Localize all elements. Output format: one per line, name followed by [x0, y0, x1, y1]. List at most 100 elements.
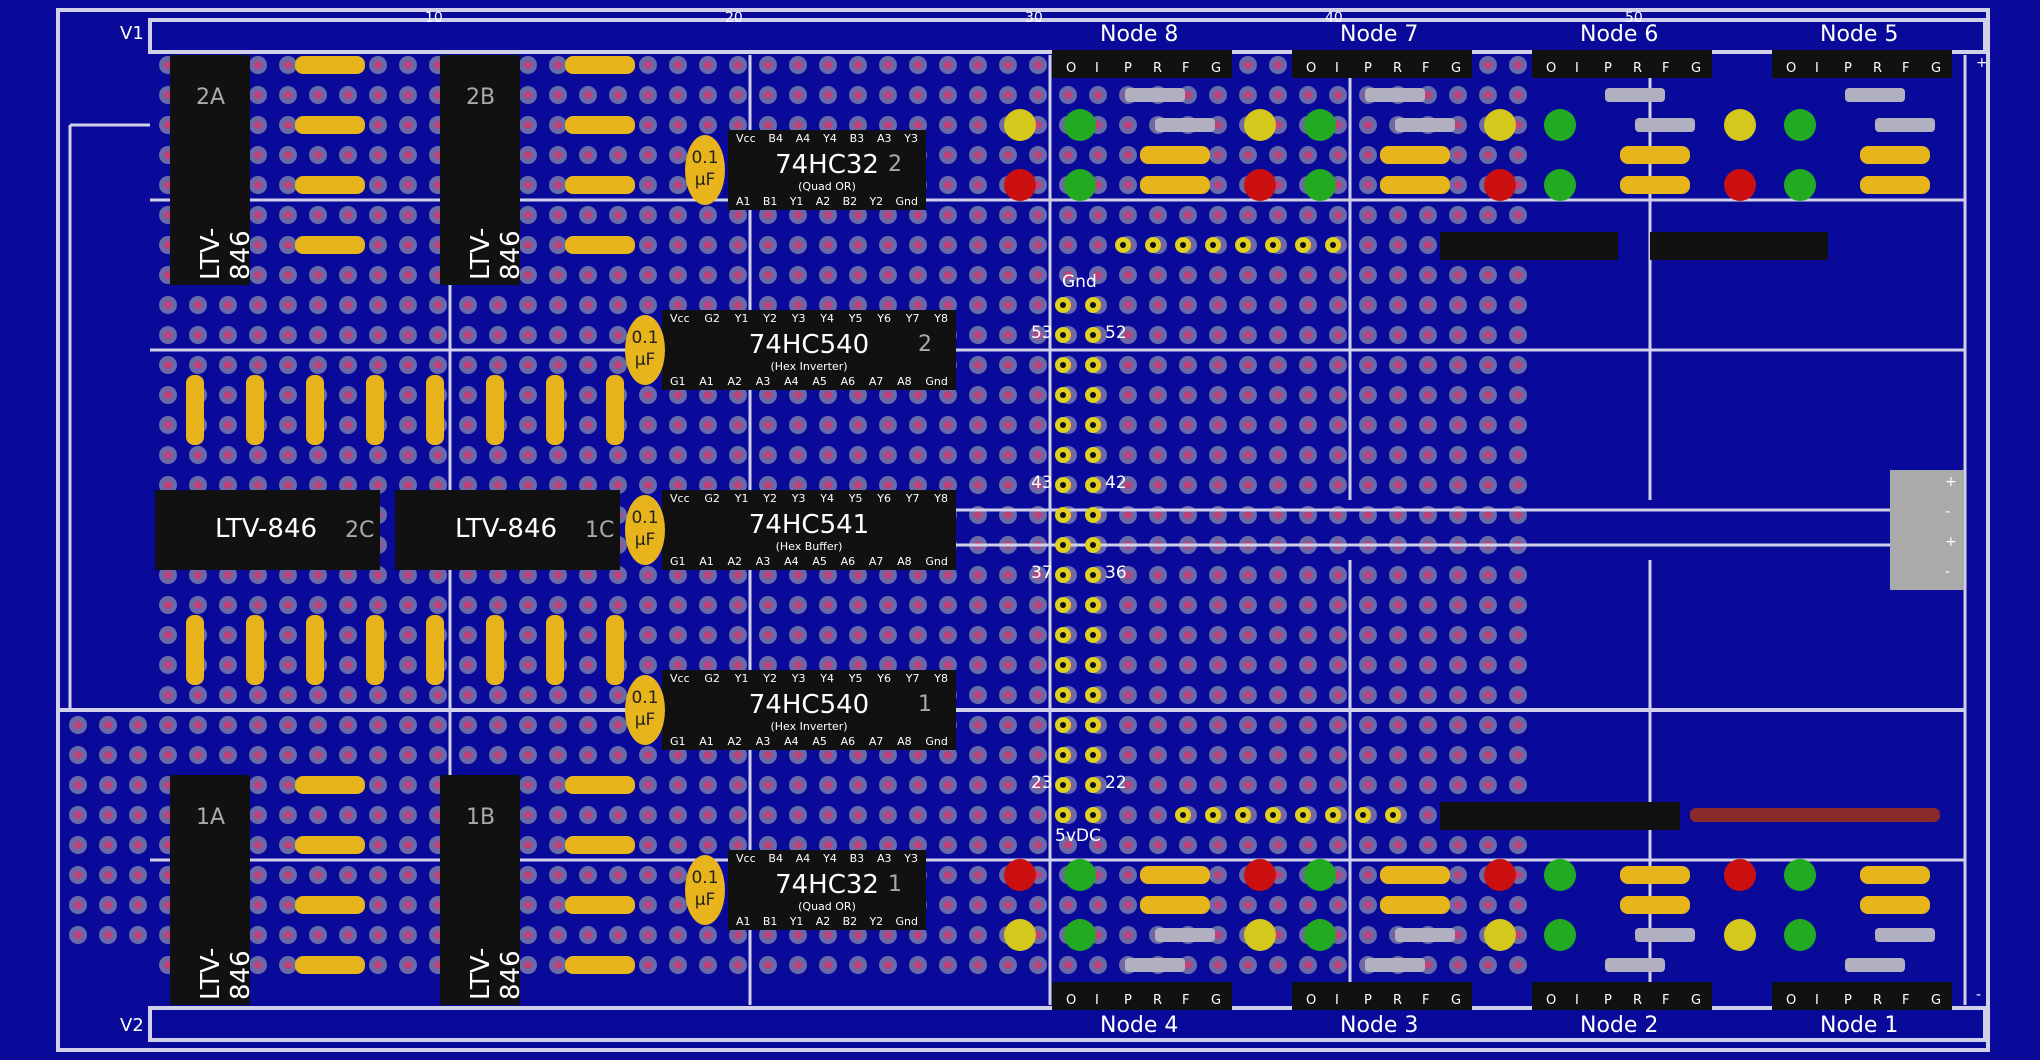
pad-hole — [1244, 571, 1252, 579]
pad-hole — [1454, 631, 1462, 639]
pad-hole — [854, 241, 862, 249]
pad-hole — [254, 151, 262, 159]
pad-hole — [614, 481, 622, 489]
pad-hole — [104, 871, 112, 879]
pad-hole — [1004, 481, 1012, 489]
pad-hole — [194, 301, 202, 309]
pad-hole — [614, 361, 622, 369]
pad-hole — [104, 751, 112, 759]
pad-hole — [1484, 901, 1492, 909]
pad-hole — [254, 571, 262, 579]
pad-hole — [1274, 151, 1282, 159]
pad-hole — [884, 841, 892, 849]
pin-label: G2 — [704, 492, 720, 505]
pad-hole — [704, 841, 712, 849]
test-pad-hole — [1060, 512, 1066, 518]
pad-hole — [584, 271, 592, 279]
pad-hole — [1244, 361, 1252, 369]
pad-hole — [644, 271, 652, 279]
pad-hole — [224, 601, 232, 609]
pad-hole — [1484, 751, 1492, 759]
resistor — [306, 375, 324, 445]
chip-74hc541: Vcc G2 Y1 Y2 Y3 Y4 Y5 Y6 Y7 Y8 74HC541 (Hex Buffe… — [662, 490, 956, 570]
test-pad-hole — [1060, 572, 1066, 578]
pad-hole — [1214, 751, 1222, 759]
pad-hole — [314, 931, 322, 939]
pad-hole — [1484, 601, 1492, 609]
pad-hole — [284, 631, 292, 639]
pad-hole — [584, 571, 592, 579]
pad-hole — [1424, 421, 1432, 429]
pad-hole — [524, 931, 532, 939]
pin-label: A5 — [812, 375, 827, 388]
pad-hole — [344, 421, 352, 429]
pad-hole — [764, 211, 772, 219]
pad-hole — [854, 301, 862, 309]
pad-hole — [584, 481, 592, 489]
pad-hole — [644, 601, 652, 609]
pad-hole — [1154, 811, 1162, 819]
pad-hole — [524, 121, 532, 129]
pad-hole — [524, 421, 532, 429]
pad-hole — [1004, 571, 1012, 579]
pad-hole — [1214, 781, 1222, 789]
pin-label: A2 — [815, 195, 831, 208]
capacitor: 0.1 μF — [625, 315, 665, 385]
pad-hole — [1274, 511, 1282, 519]
pad-hole — [1184, 601, 1192, 609]
pad-hole — [404, 721, 412, 729]
pad-hole — [794, 451, 802, 459]
pad-hole — [1424, 571, 1432, 579]
pad-hole — [974, 331, 982, 339]
test-pad-hole — [1210, 242, 1216, 248]
header-pin-label: O — [1786, 61, 1796, 76]
pad-hole — [254, 361, 262, 369]
pad-hole — [374, 691, 382, 699]
pad-hole — [1124, 631, 1132, 639]
pad-hole — [404, 61, 412, 69]
cap-unit: μF — [634, 350, 656, 370]
pad-hole — [644, 781, 652, 789]
pad-hole — [914, 451, 922, 459]
pad-hole — [1244, 61, 1252, 69]
pad-hole — [1214, 481, 1222, 489]
pad-hole — [1334, 361, 1342, 369]
resistor — [366, 615, 384, 685]
pad-hole — [284, 241, 292, 249]
test-pad-hole — [1090, 692, 1096, 698]
pad-hole — [1094, 961, 1102, 969]
pad-hole — [674, 841, 682, 849]
optocoupler-2c: LTV-846 2C — [155, 490, 380, 570]
pad-hole — [404, 691, 412, 699]
pad-hole — [74, 781, 82, 789]
test-pad-hole — [1240, 812, 1246, 818]
test-pad-hole — [1060, 422, 1066, 428]
pin-label: Y7 — [905, 312, 920, 325]
pad-hole — [644, 241, 652, 249]
pad-hole — [1484, 211, 1492, 219]
pad-hole — [464, 691, 472, 699]
pad-hole — [1454, 271, 1462, 279]
header-pin-label: P — [1124, 61, 1132, 76]
resistor — [1380, 866, 1450, 884]
pad-hole — [944, 751, 952, 759]
pad-hole — [524, 331, 532, 339]
pad-hole — [524, 391, 532, 399]
pad-hole — [914, 91, 922, 99]
pad-hole — [1274, 361, 1282, 369]
resistor — [565, 176, 635, 194]
pad-hole — [194, 601, 202, 609]
test-pad-hole — [1240, 242, 1246, 248]
pad-hole — [1034, 691, 1042, 699]
diode — [1155, 118, 1215, 132]
pad-hole — [854, 421, 862, 429]
resistor — [606, 615, 624, 685]
pad-hole — [794, 781, 802, 789]
resistor — [486, 375, 504, 445]
pad-hole — [1514, 841, 1522, 849]
pad-hole — [1514, 751, 1522, 759]
pad-hole — [884, 61, 892, 69]
socket-strip — [1440, 802, 1680, 830]
pad-hole — [194, 481, 202, 489]
test-pad-hole — [1270, 812, 1276, 818]
